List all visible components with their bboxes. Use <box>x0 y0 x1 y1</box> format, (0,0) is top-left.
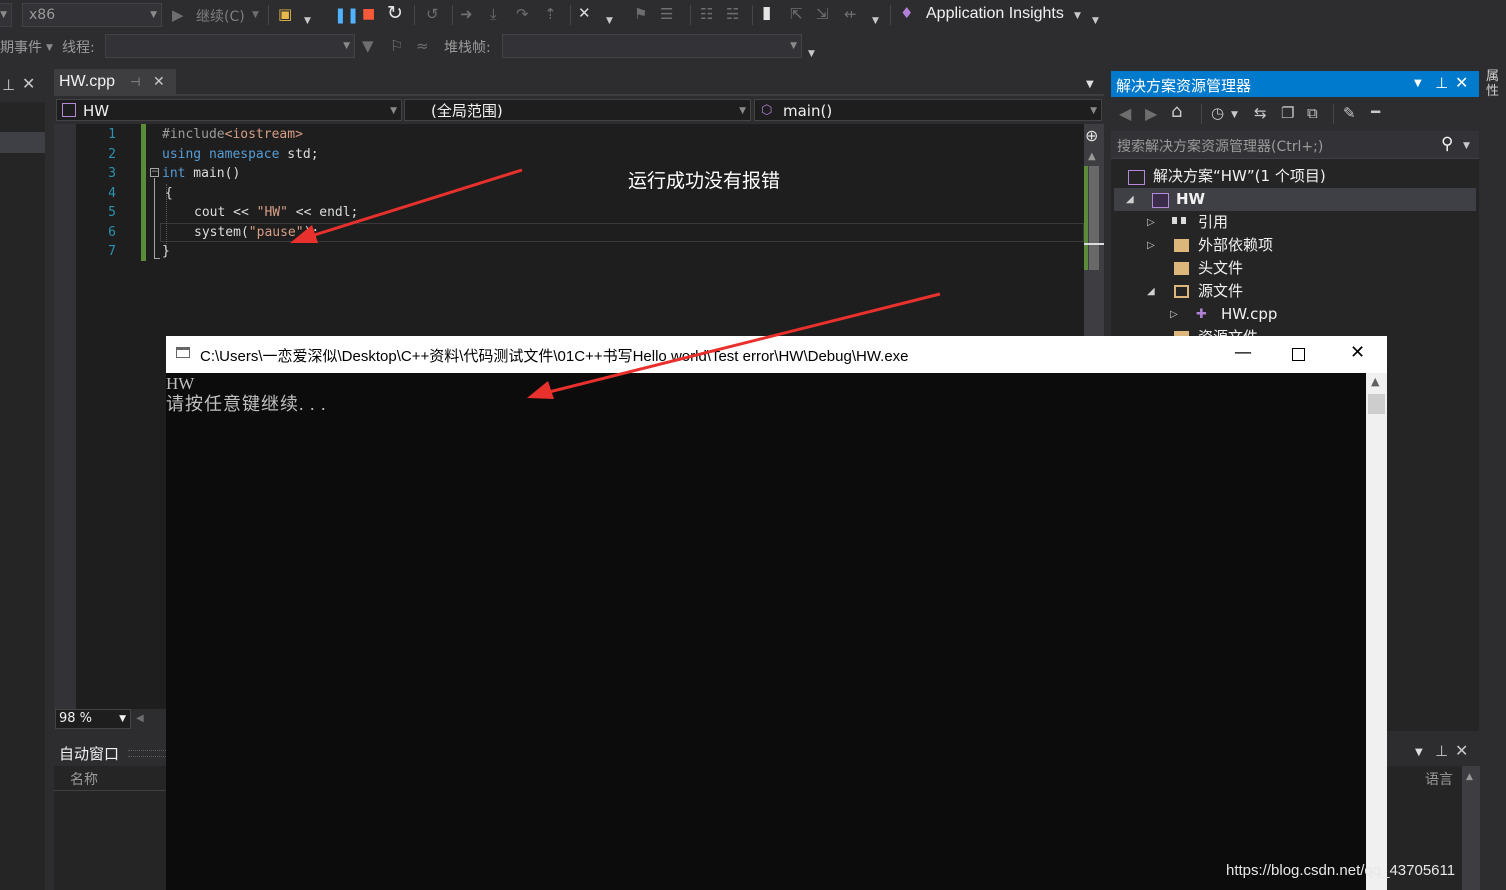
annotation-arrows <box>290 168 941 399</box>
arrow-to-code <box>290 168 523 243</box>
watermark: https://blog.csdn.net/qq_43705611 <box>1226 862 1456 879</box>
arrow-to-console <box>527 292 941 399</box>
